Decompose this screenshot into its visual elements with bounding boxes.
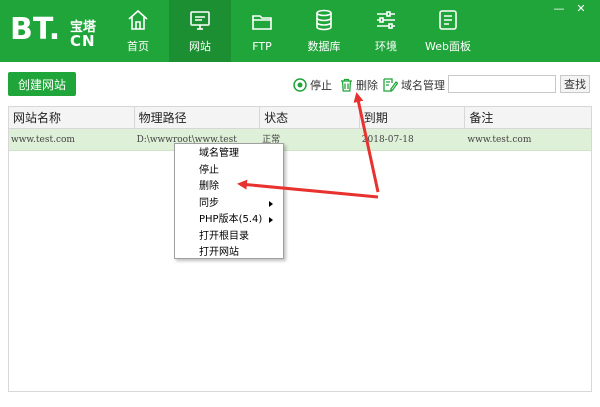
nav-ftp-label: FTP (252, 39, 272, 53)
monitor-icon (190, 11, 210, 30)
menu-item-open-root[interactable]: 打开根目录 (175, 229, 283, 246)
domain-manage-button[interactable]: 域名管理 (383, 77, 445, 93)
home-icon (128, 9, 148, 30)
domain-manage-label: 域名管理 (401, 79, 445, 92)
submenu-arrow-icon (269, 200, 273, 207)
logo-cn-bottom: CN (70, 32, 96, 50)
nav-website-label: 网站 (189, 40, 211, 53)
trash-icon (341, 78, 352, 92)
logo-text: BT. (10, 12, 61, 47)
bt-logo: BT. 宝塔 CN (10, 10, 120, 52)
nav-environment[interactable]: 环境 (355, 0, 417, 62)
edit-document-icon (383, 78, 398, 92)
col-expire[interactable]: 到期 (360, 107, 466, 128)
folder-icon (252, 14, 272, 30)
create-website-button[interactable]: 创建网站 (8, 72, 76, 96)
nav-web-panel-label: Web面板 (425, 40, 471, 53)
nav-web-panel[interactable]: Web面板 (417, 0, 479, 62)
delete-label: 删除 (356, 79, 378, 92)
context-menu: 域名管理 停止 删除 同步 PHP版本(5.4) 打开根目录 打开网站 (174, 143, 284, 259)
col-path[interactable]: 物理路径 (135, 107, 261, 128)
nav-home-label: 首页 (127, 40, 149, 53)
minimize-button[interactable]: — (548, 2, 570, 15)
nav-database-label: 数据库 (307, 40, 341, 53)
menu-item-delete[interactable]: 删除 (175, 179, 283, 196)
cell-site-name: www.test.com (11, 135, 75, 145)
delete-button[interactable]: 删除 (340, 77, 378, 93)
search-input[interactable] (448, 75, 556, 93)
col-note[interactable]: 备注 (465, 107, 591, 128)
table-header: 网站名称 物理路径 状态 到期 备注 (9, 107, 591, 129)
menu-item-php-label: PHP版本(5.4) (199, 214, 263, 225)
website-table: 网站名称 物理路径 状态 到期 备注 www.test.com D:\wwwro… (8, 106, 592, 392)
menu-item-open-site[interactable]: 打开网站 (175, 245, 283, 262)
stop-label: 停止 (310, 79, 332, 92)
cell-expire: 2018-07-18 (361, 135, 414, 145)
close-button[interactable]: ✕ (570, 2, 592, 15)
stop-button[interactable]: 停止 (293, 77, 332, 93)
menu-item-sync[interactable]: 同步 (175, 196, 283, 213)
submenu-arrow-icon (269, 217, 273, 223)
main-nav: 首页 网站 FTP 数据库 环境 Web面板 (107, 0, 479, 62)
window-controls: — ✕ (548, 2, 592, 15)
top-bar: BT. 宝塔 CN 首页 网站 FTP 数据库 环境 Web面板 — ✕ (0, 0, 600, 62)
menu-item-domain[interactable]: 域名管理 (175, 146, 283, 163)
nav-environment-label: 环境 (375, 40, 397, 53)
col-site-name[interactable]: 网站名称 (9, 107, 135, 128)
cell-note: www.test.com (467, 135, 532, 145)
table-row[interactable]: www.test.com D:\wwwroot\www.test 正常 2018… (9, 129, 591, 151)
database-icon (316, 9, 332, 31)
menu-item-php-version[interactable]: PHP版本(5.4) (175, 212, 283, 229)
menu-item-sync-label: 同步 (199, 197, 219, 209)
nav-database[interactable]: 数据库 (293, 0, 355, 62)
col-status[interactable]: 状态 (260, 107, 360, 128)
menu-item-stop[interactable]: 停止 (175, 163, 283, 180)
stop-icon (293, 78, 307, 92)
search-button[interactable]: 查找 (560, 75, 590, 93)
panel-list-icon (439, 10, 457, 30)
nav-home[interactable]: 首页 (107, 0, 169, 62)
sliders-icon (377, 11, 395, 29)
nav-website[interactable]: 网站 (169, 0, 231, 62)
nav-ftp[interactable]: FTP (231, 0, 293, 62)
